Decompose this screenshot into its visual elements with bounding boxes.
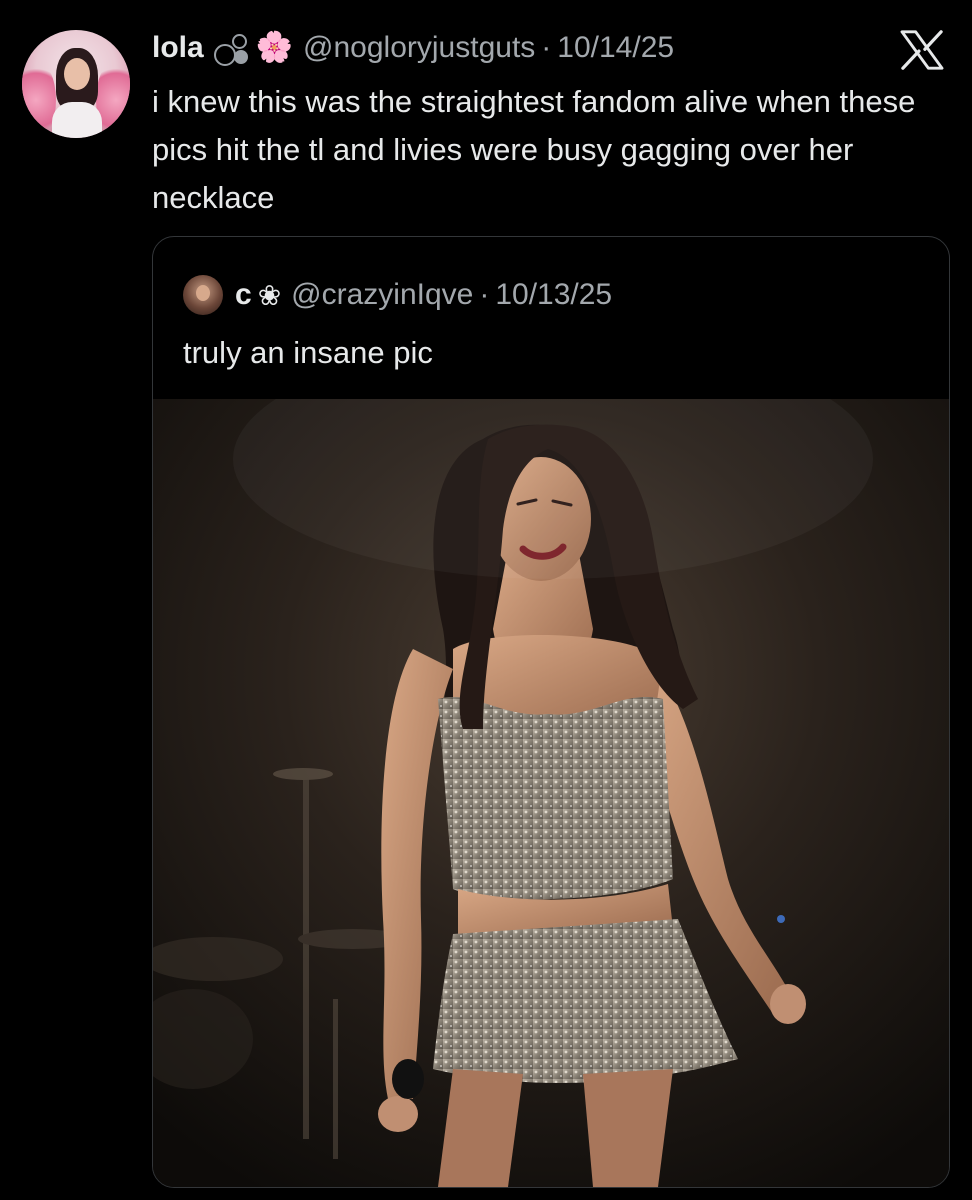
quoted-tweet-text: truly an insane pic	[183, 335, 433, 370]
header-separator: ·	[541, 31, 552, 64]
avatar-face	[64, 58, 90, 90]
x-logo-icon[interactable]	[900, 30, 944, 70]
quoted-author-handle[interactable]: @crazyinIqve	[291, 278, 473, 312]
cherry-blossom-icon: 🌸	[255, 31, 294, 64]
quoted-author-name[interactable]: c	[235, 278, 252, 312]
tweet-header: lola 🌸 @nogloryjustguts · 10/14/25	[152, 28, 674, 68]
author-name[interactable]: lola	[152, 31, 204, 65]
avatar-body	[52, 102, 102, 138]
quoted-header-separator: ·	[479, 278, 490, 311]
flower-icon: ❀	[257, 279, 282, 311]
concert-photo-illustration	[153, 399, 949, 1187]
concert-photo[interactable]	[153, 399, 949, 1187]
quoted-author-avatar[interactable]	[183, 275, 223, 315]
avatar-fur-left	[22, 60, 56, 138]
tweet-text: i knew this was the straightest fandom a…	[152, 84, 916, 215]
tweet-date[interactable]: 10/14/25	[557, 31, 674, 65]
quoted-tweet-header: c ❀ @crazyinIqve · 10/13/25	[183, 275, 612, 315]
quoted-tweet-date[interactable]: 10/13/25	[495, 278, 612, 312]
author-handle[interactable]: @nogloryjustguts	[303, 31, 535, 65]
quoted-tweet-card[interactable]: c ❀ @crazyinIqve · 10/13/25 truly an ins…	[152, 236, 950, 1188]
bubbles-icon	[212, 30, 252, 66]
author-avatar[interactable]	[22, 30, 130, 138]
